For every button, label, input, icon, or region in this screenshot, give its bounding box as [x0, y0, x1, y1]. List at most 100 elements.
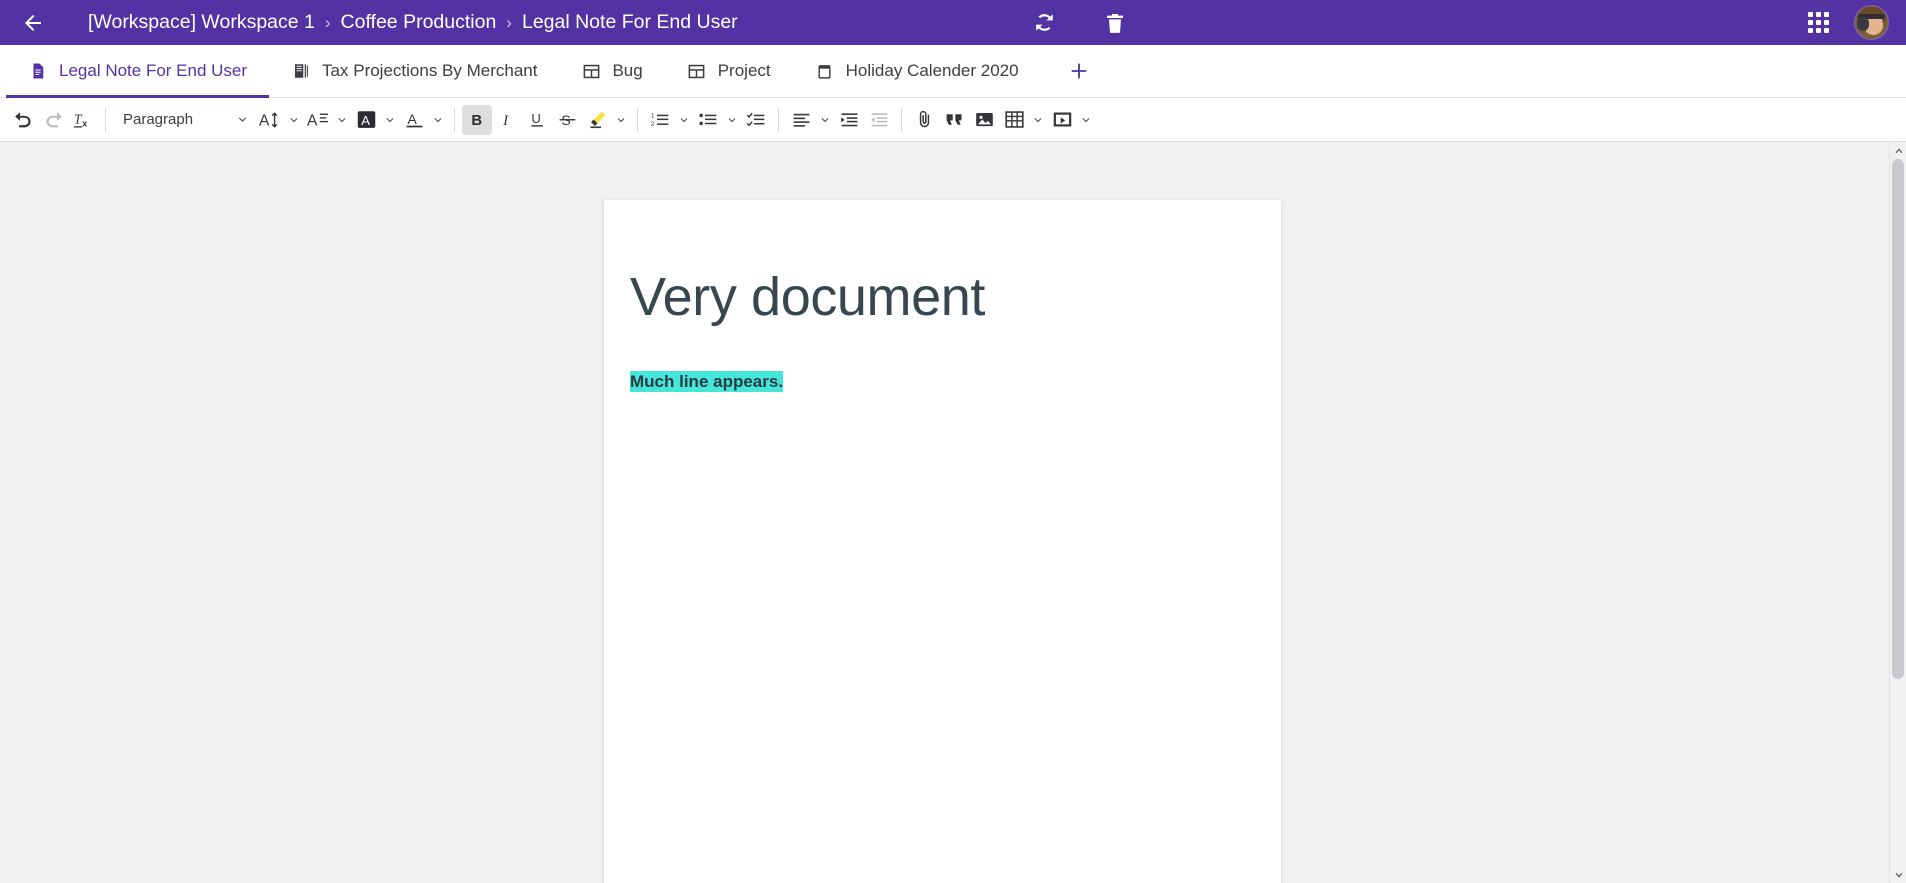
font-size-caret[interactable]: [285, 105, 303, 135]
refresh-button[interactable]: [1028, 6, 1062, 40]
tab-holiday-calender-2020[interactable]: Holiday Calender 2020: [793, 45, 1041, 97]
underline-icon: U: [530, 111, 543, 127]
highlight-caret[interactable]: [612, 105, 630, 135]
scrollbar-thumb[interactable]: [1892, 159, 1904, 679]
align-left-icon: [793, 113, 809, 127]
image-icon: [975, 112, 993, 127]
highlighted-text: Much line appears.: [630, 371, 784, 393]
table-icon: [1004, 111, 1024, 128]
background-color-button[interactable]: A: [351, 105, 381, 135]
breadcrumb-item-workspace[interactable]: [Workspace] Workspace 1: [88, 11, 315, 34]
paragraph-style-select[interactable]: Paragraph: [113, 105, 255, 135]
document-paragraph[interactable]: Much line appears.: [630, 369, 1255, 395]
calendar-icon: [815, 61, 835, 81]
toolbar-separator: [105, 107, 106, 132]
strikethrough-button[interactable]: S: [552, 105, 582, 135]
bold-icon: B: [471, 113, 482, 129]
background-color-caret[interactable]: [381, 105, 399, 135]
bullet-list-button[interactable]: [693, 105, 723, 135]
table-caret[interactable]: [1029, 105, 1047, 135]
chevron-down-icon: [338, 117, 346, 122]
embed-caret[interactable]: [1077, 105, 1095, 135]
svg-text:B: B: [471, 113, 482, 129]
quote-icon: [946, 114, 961, 125]
clear-format-icon: T x: [73, 111, 88, 128]
breadcrumb-item-document[interactable]: Legal Note For End User: [522, 11, 738, 34]
chevron-down-icon: [386, 117, 394, 122]
svg-text:A: A: [307, 112, 318, 129]
line-height-button[interactable]: A: [303, 105, 333, 135]
image-button[interactable]: [969, 105, 999, 135]
italic-button[interactable]: I: [492, 105, 522, 135]
highlight-group: [582, 105, 630, 135]
chevron-down-icon: [680, 117, 688, 122]
indent-decrease-button[interactable]: [864, 105, 894, 135]
font-size-icon: A: [259, 111, 278, 129]
font-size-button[interactable]: A: [255, 105, 285, 135]
align-group: [786, 105, 834, 135]
delete-button[interactable]: [1098, 6, 1132, 40]
trash-icon: [1106, 13, 1123, 33]
highlighter-icon: [590, 111, 606, 129]
text-color-group: A: [399, 105, 447, 135]
scrollbar-track[interactable]: [1890, 159, 1906, 866]
back-button[interactable]: [14, 4, 52, 42]
breadcrumb: [Workspace] Workspace 1 › Coffee Product…: [88, 11, 738, 34]
app-header: [Workspace] Workspace 1 › Coffee Product…: [0, 0, 1906, 45]
scroll-up-button[interactable]: [1890, 142, 1906, 159]
scroll-down-button[interactable]: [1890, 866, 1906, 883]
text-color-button[interactable]: A: [399, 105, 429, 135]
line-height-caret[interactable]: [333, 105, 351, 135]
background-color-icon: A: [357, 111, 375, 128]
apps-grid-icon[interactable]: [1808, 12, 1829, 33]
numbered-list-button[interactable]: 1 2: [645, 105, 675, 135]
embed-button[interactable]: [1047, 105, 1077, 135]
chevron-down-icon: [821, 117, 829, 122]
chevron-down-icon: [290, 117, 298, 122]
chevron-down-icon: [238, 117, 247, 122]
paragraph-style-value: Paragraph: [123, 111, 194, 128]
document-page[interactable]: Very document Much line appears.: [604, 200, 1281, 883]
bullet-list-icon: [698, 113, 716, 126]
quote-button[interactable]: [939, 105, 969, 135]
highlight-button[interactable]: [582, 105, 612, 135]
tab-legal-note-for-end-user[interactable]: Legal Note For End User: [6, 45, 270, 98]
underline-button[interactable]: U: [522, 105, 552, 135]
tab-bar: Legal Note For End User Tax Projections …: [0, 45, 1906, 98]
align-caret[interactable]: [816, 105, 834, 135]
breadcrumb-item-project[interactable]: Coffee Production: [341, 11, 497, 34]
chevron-up-icon: [1895, 147, 1902, 153]
vertical-scrollbar[interactable]: [1889, 142, 1906, 883]
align-button[interactable]: [786, 105, 816, 135]
tab-label: Bug: [612, 61, 643, 80]
redo-button[interactable]: [38, 105, 68, 135]
paperclip-icon: [919, 110, 929, 128]
avatar[interactable]: [1855, 6, 1888, 39]
toolbar-separator: [901, 107, 902, 132]
table-button[interactable]: [999, 105, 1029, 135]
bold-button[interactable]: B: [462, 104, 492, 135]
text-color-caret[interactable]: [429, 105, 447, 135]
link-button[interactable]: [909, 105, 939, 135]
indent-increase-button[interactable]: [834, 105, 864, 135]
line-height-icon: A: [307, 112, 329, 129]
document-title[interactable]: Very document: [630, 267, 1255, 327]
document-icon: [28, 61, 48, 81]
refresh-icon: [1036, 14, 1054, 31]
tab-tax-projections-by-merchant[interactable]: Tax Projections By Merchant: [269, 45, 559, 97]
clear-format-button[interactable]: T x: [68, 105, 98, 135]
tab-project[interactable]: Project: [665, 45, 793, 97]
undo-button[interactable]: [8, 105, 38, 135]
background-color-group: A: [351, 105, 399, 135]
add-tab-button[interactable]: [1059, 45, 1099, 97]
numbered-list-caret[interactable]: [675, 105, 693, 135]
editor-toolbar: T x Paragraph A A A A B I U S 1 2: [0, 98, 1906, 142]
line-height-group: A: [303, 105, 351, 135]
bullet-list-caret[interactable]: [723, 105, 741, 135]
chevron-down-icon: [1082, 117, 1090, 122]
toolbar-separator: [778, 107, 779, 132]
grid-table-icon: [687, 61, 707, 81]
chevron-down-icon: [434, 117, 442, 122]
check-list-button[interactable]: [741, 105, 771, 135]
tab-bug[interactable]: Bug: [559, 45, 664, 97]
